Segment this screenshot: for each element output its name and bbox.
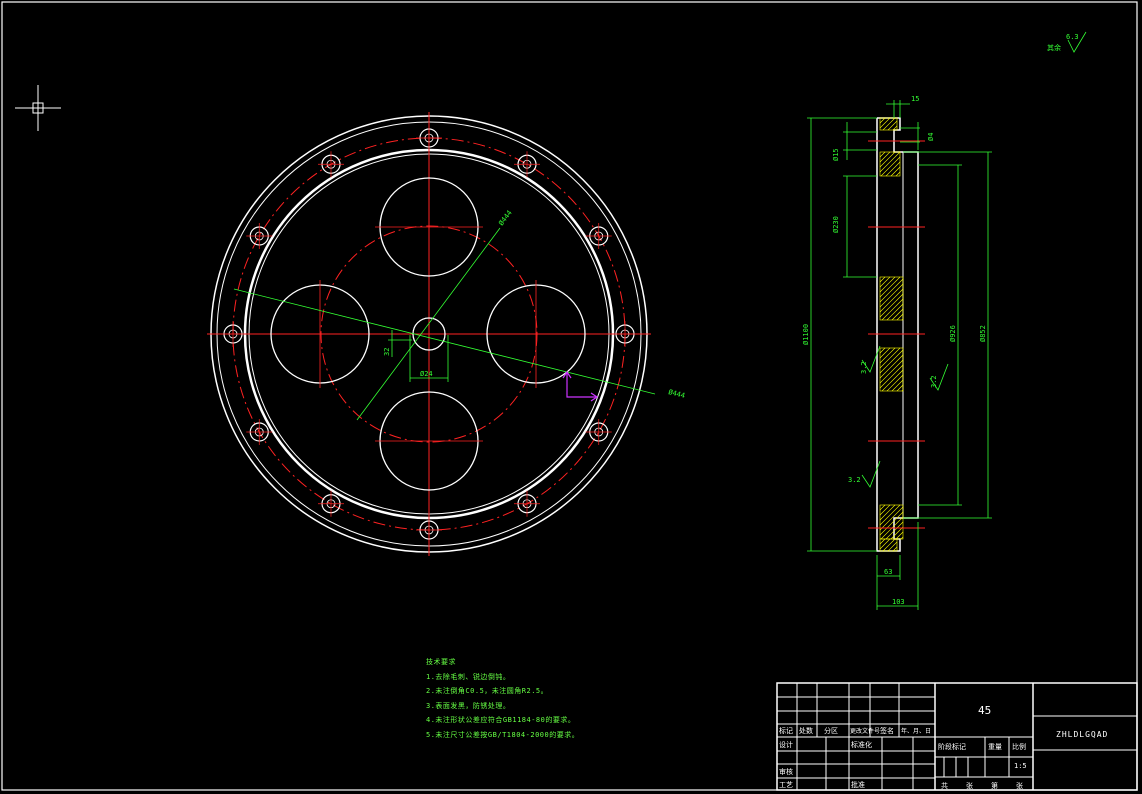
hatch-line [882, 538, 896, 552]
hatch-line [886, 303, 904, 321]
notes-title: 技术要求 [426, 658, 456, 666]
dim-text-small-hole: Ø15 [832, 148, 840, 161]
hatch-line [879, 283, 904, 308]
hatch-line [879, 293, 904, 318]
dim-text-outer-dia: Ø1100 [802, 324, 810, 345]
dim-text-big-hole: Ø230 [832, 216, 840, 233]
notes-item-5: 5.未注尺寸公差按GB/T1804-2000的要求。 [426, 730, 580, 739]
roughness-symbols [861, 345, 949, 488]
header-label-5: 签名 [880, 727, 894, 735]
hatch-line [879, 504, 891, 516]
notes-item-3: 3.表面发黑，防锈处理。 [426, 701, 511, 710]
dim-text-inner-dia: Ø926 [949, 325, 957, 342]
hatch-line [879, 276, 901, 298]
dim-text-hub: Ø24 [420, 370, 433, 378]
header-label-3: 分区 [824, 727, 838, 735]
hatch-line [879, 538, 886, 545]
header-label-4: 更改文件号 [850, 728, 881, 735]
row-label-standard: 标准化 [851, 741, 872, 749]
hatch-line [891, 308, 904, 321]
hatch-line [879, 359, 904, 384]
crosshair-cursor[interactable] [15, 85, 61, 131]
hatch-line [896, 384, 904, 392]
sheet-label-3: 第 [991, 782, 998, 790]
hatch-line [879, 117, 891, 129]
hatch-line [879, 151, 891, 163]
hatch-line [879, 347, 901, 369]
hatch-line [879, 349, 904, 374]
header-label-1: 标记 [779, 727, 793, 735]
notes-item-1: 1.去除毛刺、锐边倒钝。 [426, 672, 511, 681]
drawing-number: ZHLDLGQAD [1056, 730, 1109, 739]
hatch-line [879, 504, 886, 511]
dim-text-keyway: 32 [383, 348, 391, 356]
hatch-line [890, 166, 901, 177]
scale-value: 1:5 [1014, 762, 1027, 770]
row-label-review: 审核 [779, 768, 793, 776]
dim-text-boss-dia: Ø852 [979, 325, 987, 342]
stage-label: 阶段标记 [938, 743, 966, 751]
hatch-line [879, 288, 904, 313]
hatch-line [879, 278, 904, 303]
front-view: Ø444 Ø444 Ø24 32 [207, 112, 686, 556]
hatch-line [879, 511, 904, 536]
dim-text-pcd: Ø444 [497, 209, 514, 227]
weight-label: 重量 [988, 743, 1002, 751]
surface-note: 其余 6.3 [1047, 31, 1087, 53]
hatch-line [879, 151, 901, 173]
hatch-line [886, 374, 904, 392]
notes-item-4: 4.未注形状公差应符合GB1184-80的要求。 [426, 716, 576, 724]
hatch-line [879, 538, 891, 550]
row-label-design: 设计 [779, 741, 793, 749]
dim-text-outer: Ø444 [668, 388, 686, 400]
hatch-line [887, 541, 898, 552]
hatch-line [879, 347, 886, 354]
dim-text-thickness: 63 [884, 568, 892, 576]
hatch-line [879, 347, 891, 359]
hatch-line [891, 379, 904, 392]
hatch-line [890, 526, 904, 540]
material-label: 45 [978, 704, 992, 717]
hatch-line [879, 151, 886, 158]
side-dimensions [807, 100, 992, 610]
rough-text-1: 3.2 [860, 361, 868, 374]
row-label-process: 工艺 [779, 781, 793, 789]
hatch-line [880, 156, 901, 177]
sheet-label-4: 张 [1016, 782, 1023, 790]
hatch-line [879, 354, 904, 379]
hatch-line [895, 171, 901, 177]
rough-text-2: 3.2 [930, 375, 938, 388]
technical-requirements: 技术要求 1.去除毛刺、锐边倒钝。 2.未注倒角C0.5，未注圆角R2.5。 3… [426, 655, 579, 742]
hatch-line [879, 504, 901, 526]
hatch-line [887, 120, 898, 131]
sheet-label-2: 张 [966, 782, 973, 790]
hatch-line [896, 313, 904, 321]
sheet-label-1: 共 [941, 782, 948, 790]
dim-text-top-width: 15 [911, 95, 919, 103]
header-label-6: 年、月、日 [901, 728, 932, 735]
hatch-line [879, 364, 904, 389]
row-label-approve: 批准 [851, 781, 865, 789]
dim-text-step: Ø4 [927, 133, 935, 141]
header-label-2: 处数 [799, 727, 813, 735]
notes-item-2: 2.未注倒角C0.5，未注圆角R2.5。 [426, 687, 549, 695]
rough-text-3: 3.2 [848, 476, 861, 484]
scale-label: 比例 [1012, 743, 1026, 751]
hatch-line [882, 117, 896, 131]
side-view: 15 Ø4 Ø15 Ø230 Ø1100 Ø926 Ø852 63 103 3.… [802, 95, 992, 610]
surface-note-label: 其余 [1047, 43, 1061, 52]
hatch-line [879, 276, 886, 283]
ucs-icon [562, 370, 599, 402]
dim-text-overall-width: 103 [892, 598, 905, 606]
hatch-line [879, 276, 891, 288]
surface-note-value: 6.3 [1066, 33, 1079, 41]
